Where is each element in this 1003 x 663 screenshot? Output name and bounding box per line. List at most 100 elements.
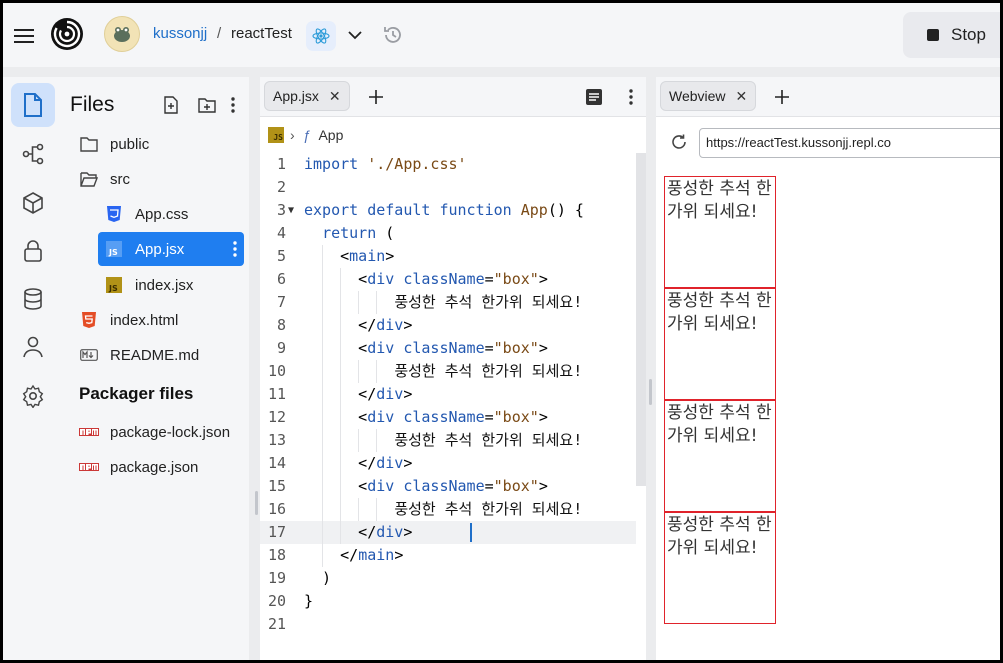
code-text: <div className="box"> [304, 477, 548, 495]
line-number: 15 [267, 477, 286, 495]
panel-resize-handle[interactable] [649, 379, 652, 405]
fold-icon[interactable]: ▼ [288, 199, 300, 222]
new-file-icon[interactable] [161, 95, 181, 115]
code-line[interactable]: 18 </main> [260, 544, 636, 567]
code-line[interactable]: 12 <div className="box"> [260, 406, 636, 429]
url-bar[interactable]: https://reactTest.kussonjj.repl.co [699, 128, 1000, 158]
replit-logo-icon[interactable] [49, 16, 85, 52]
tree-item-label: src [110, 170, 130, 188]
files-icon[interactable] [11, 83, 55, 127]
tree-item-public[interactable]: public [79, 127, 239, 161]
code-line[interactable]: 15 <div className="box"> [260, 475, 636, 498]
code-text: </div> [304, 385, 413, 403]
code-line[interactable]: 20} [260, 590, 636, 613]
html-file-icon [79, 310, 99, 330]
outline-icon[interactable] [583, 86, 605, 108]
line-number: 5 [276, 247, 286, 265]
lock-icon[interactable] [11, 229, 55, 273]
tree-item-label: index.jsx [135, 276, 194, 294]
tree-item-label: App.css [135, 205, 189, 223]
code-line[interactable]: 2 [260, 176, 636, 199]
more-icon[interactable] [223, 95, 243, 115]
add-tab-icon[interactable] [770, 85, 794, 109]
tool-rail [3, 77, 61, 660]
package-icon[interactable] [11, 181, 55, 225]
greeting-box: 풍성한 추석 한가위 되세요! [664, 176, 776, 288]
folder-open-icon [79, 169, 99, 189]
greeting-box: 풍성한 추석 한가위 되세요! [664, 288, 776, 400]
code-line[interactable]: 21 [260, 613, 636, 636]
user-icon[interactable] [11, 325, 55, 369]
code-line[interactable]: 8 </div> [260, 314, 636, 337]
tree-item-package-lock[interactable]: package-lock.json [79, 415, 244, 449]
code-text: import './App.css' [304, 155, 467, 173]
more-icon[interactable] [620, 86, 642, 108]
panel-resize-handle[interactable] [255, 491, 258, 515]
close-icon[interactable]: ✕ [329, 88, 341, 105]
user-link[interactable]: kussonjj [153, 25, 207, 42]
code-line[interactable]: 4 return ( [260, 222, 636, 245]
menu-icon[interactable] [9, 21, 39, 51]
tree-item-index-html[interactable]: index.html [79, 303, 239, 337]
line-number: 3 [276, 201, 286, 219]
code-line[interactable]: 7 풍성한 추석 한가위 되세요! [260, 291, 636, 314]
tree-item-index-jsx[interactable]: JS index.jsx [104, 268, 244, 302]
code-line[interactable]: 3 ▼ export default function App() { [260, 199, 636, 222]
stop-button[interactable]: Stop [903, 12, 1000, 58]
code-line[interactable]: 6 <div className="box"> [260, 268, 636, 291]
svg-text:JS: JS [108, 284, 118, 293]
react-icon[interactable] [306, 21, 336, 51]
line-number: 20 [267, 592, 286, 610]
js-file-icon: JS [268, 127, 284, 143]
avatar[interactable] [104, 16, 140, 52]
code-line[interactable]: 14 </div> [260, 452, 636, 475]
repl-name[interactable]: reactTest [231, 25, 292, 42]
chevron-down-icon[interactable] [345, 25, 365, 45]
packager-files-title: Packager files [79, 384, 194, 403]
tab-app-jsx[interactable]: App.jsx ✕ [264, 81, 350, 111]
text-cursor [470, 523, 472, 542]
code-line[interactable]: 19 ) [260, 567, 636, 590]
js-file-icon: JS [104, 239, 124, 259]
database-icon[interactable] [11, 277, 55, 321]
code-line[interactable]: 10 풍성한 추석 한가위 되세요! [260, 360, 636, 383]
tree-item-readme[interactable]: README.md [79, 338, 239, 372]
code-line[interactable]: 16 풍성한 추석 한가위 되세요! [260, 498, 636, 521]
new-folder-icon[interactable] [197, 95, 217, 115]
code-line[interactable]: 1 import './App.css' [260, 153, 636, 176]
code-line[interactable]: 17 </div> [260, 521, 636, 544]
close-icon[interactable]: ✕ [736, 88, 748, 105]
code-line[interactable]: 5 <main> [260, 245, 636, 268]
tree-item-app-jsx[interactable]: JS App.jsx [98, 232, 244, 266]
tree-item-package[interactable]: package.json [79, 450, 244, 484]
npm-icon [79, 422, 99, 442]
tab-webview[interactable]: Webview ✕ [660, 81, 757, 111]
reload-icon[interactable] [668, 131, 690, 153]
more-icon[interactable] [232, 240, 238, 262]
code-line[interactable]: 13 풍성한 추석 한가위 되세요! [260, 429, 636, 452]
breadcrumb-symbol[interactable]: App [318, 127, 343, 143]
editor-scrollbar[interactable] [636, 153, 646, 486]
code-text: } [304, 592, 314, 610]
line-number: 10 [267, 362, 286, 380]
tree-item-label: package-lock.json [110, 423, 231, 441]
code-text: 풍성한 추석 한가위 되세요! [394, 362, 583, 380]
webview-tab-bar: Webview ✕ [656, 77, 1000, 117]
line-number: 2 [276, 178, 286, 196]
greeting-box: 풍성한 추석 한가위 되세요! [664, 400, 776, 512]
line-number: 11 [267, 385, 286, 403]
code-line[interactable]: 11 </div> [260, 383, 636, 406]
stop-label: Stop [951, 25, 986, 44]
npm-icon [79, 457, 99, 477]
tree-item-src[interactable]: src [79, 162, 239, 196]
code-text: <div className="box"> [304, 408, 548, 426]
line-number: 13 [267, 431, 286, 449]
git-branch-icon[interactable] [11, 132, 55, 176]
code-line[interactable]: 9 <div className="box"> [260, 337, 636, 360]
add-tab-icon[interactable] [364, 85, 388, 109]
code-text: </div> [304, 316, 413, 334]
gear-icon[interactable] [11, 374, 55, 418]
history-icon[interactable] [381, 23, 405, 47]
folder-icon [79, 134, 99, 154]
tree-item-app-css[interactable]: App.css [104, 197, 244, 231]
